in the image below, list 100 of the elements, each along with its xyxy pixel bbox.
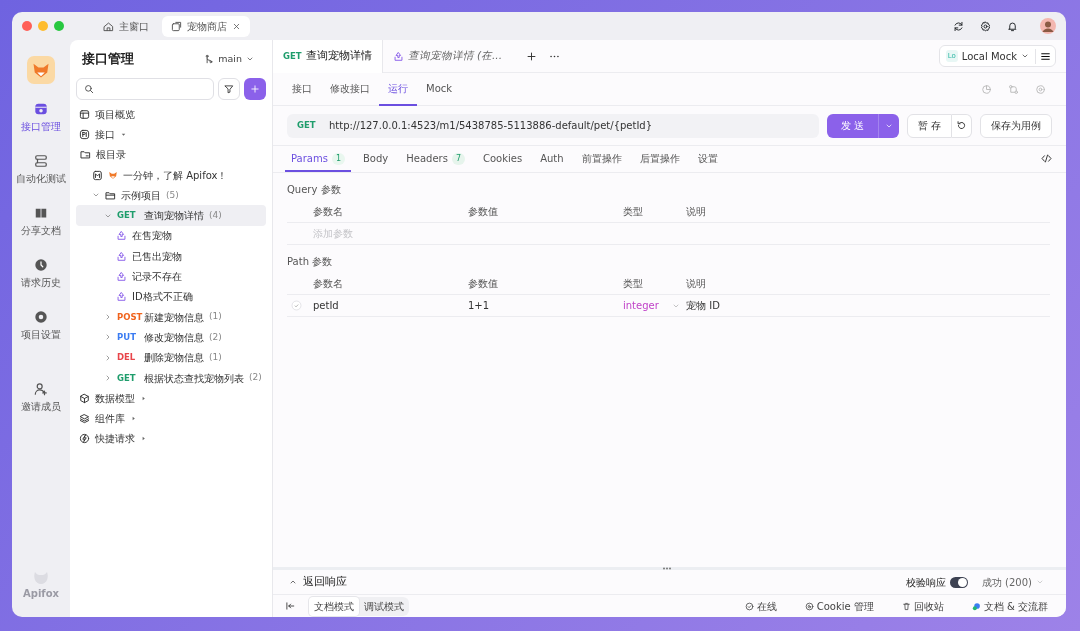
- item-label: 快捷请求: [95, 432, 135, 447]
- nav-item[interactable]: 项目概览: [76, 104, 266, 125]
- caret-icon[interactable]: [140, 435, 147, 443]
- avatar-icon[interactable]: [1040, 18, 1056, 34]
- caret-icon[interactable]: [130, 415, 137, 423]
- save-as-case-button[interactable]: 保存为用例: [980, 113, 1052, 138]
- bolt-icon: [79, 433, 90, 445]
- url-field[interactable]: GET http://127.0.0.1:4523/m1/5438785-5113886-default/pet/{petId}: [287, 113, 819, 138]
- tree-item[interactable]: 一分钟，了解 Apifox！: [76, 164, 266, 186]
- tab[interactable]: 修改接口: [321, 72, 379, 106]
- tree-item[interactable]: GET 查询宠物详情 (4): [76, 205, 266, 226]
- settings-icon[interactable]: [980, 20, 991, 32]
- tab[interactable]: 前置操作: [575, 147, 628, 172]
- item-label: 查询宠物详情: [144, 209, 204, 224]
- rail-item[interactable]: 项目设置: [12, 310, 70, 342]
- item-count: (5): [166, 188, 179, 202]
- menu-icon: [1040, 50, 1051, 62]
- type-select[interactable]: integer: [623, 298, 686, 313]
- filter-button[interactable]: [218, 78, 240, 100]
- status-bar-item[interactable]: 文档 & 交流群: [965, 597, 1054, 615]
- collapse-icon[interactable]: [289, 578, 297, 586]
- filter-icon: [224, 84, 234, 94]
- rail-item[interactable]: 分享文档: [12, 206, 70, 238]
- code-icon[interactable]: [1041, 153, 1052, 164]
- resize-handle-icon[interactable]: [663, 567, 671, 570]
- mode-tab[interactable]: 调试模式: [359, 596, 409, 616]
- send-dropdown-button[interactable]: [877, 113, 899, 138]
- save-button[interactable]: 暂 存: [906, 113, 952, 138]
- column-header: 类型: [623, 205, 644, 219]
- tab[interactable]: 设置: [691, 147, 724, 172]
- tree-item[interactable]: 记录不存在: [76, 266, 266, 287]
- tree-item[interactable]: DEL 删除宠物信息 (1): [76, 347, 266, 368]
- method-label: DEL: [117, 351, 137, 365]
- close-icon[interactable]: [232, 21, 241, 31]
- tree-item[interactable]: GET 根据状态查找宠物列表 (2): [76, 367, 266, 389]
- tab[interactable]: Cookies: [476, 147, 529, 172]
- rail-item[interactable]: 请求历史: [12, 258, 70, 290]
- add-button[interactable]: [244, 78, 266, 100]
- tree-item[interactable]: ID格式不正确: [76, 286, 266, 307]
- tab[interactable]: 运行: [379, 72, 417, 106]
- chevron-icon[interactable]: [104, 313, 112, 322]
- checkbox[interactable]: [291, 300, 302, 311]
- zoom-button[interactable]: [54, 21, 64, 31]
- table-cell-text: petId: [313, 299, 340, 313]
- tab[interactable]: Headers 7: [400, 147, 471, 172]
- upload-icon: [116, 250, 127, 262]
- upload-icon: [116, 291, 127, 303]
- tab[interactable]: 接口: [283, 72, 321, 106]
- close-button[interactable]: [22, 21, 32, 31]
- nav-item[interactable]: 快捷请求: [76, 428, 266, 450]
- column-header: 参数值: [468, 277, 499, 291]
- invite-icon: [34, 382, 48, 396]
- tree-item[interactable]: 根目录: [76, 144, 266, 165]
- tab[interactable]: Body: [357, 147, 395, 172]
- tab[interactable]: Params 1: [285, 147, 351, 172]
- status-select[interactable]: 成功 (200): [975, 573, 1050, 591]
- bell-icon[interactable]: [1007, 20, 1018, 32]
- chevron-icon[interactable]: [104, 374, 112, 382]
- nav-item[interactable]: 组件库: [76, 408, 266, 429]
- tree-item[interactable]: 示例项目 (5): [76, 185, 266, 206]
- document-tab[interactable]: 查询宠物详情 (在...: [382, 39, 513, 73]
- rail-item[interactable]: 接口管理: [12, 102, 70, 134]
- item-count: (2): [249, 371, 262, 385]
- minimize-button[interactable]: [38, 21, 48, 31]
- tab[interactable]: Auth: [534, 147, 570, 172]
- tree-item[interactable]: PUT 修改宠物信息 (2): [76, 327, 266, 348]
- tab[interactable]: 后置操作: [633, 147, 686, 172]
- window-tab[interactable]: 主窗口: [94, 15, 158, 37]
- chevron-icon[interactable]: [104, 353, 112, 362]
- branch-icon: [204, 54, 215, 64]
- nodes-icon[interactable]: [1008, 83, 1019, 95]
- window-tab[interactable]: 宠物商店: [162, 15, 250, 37]
- overview-icon: [79, 108, 90, 120]
- tree-item[interactable]: 在售宠物: [76, 225, 266, 247]
- revert-button[interactable]: [952, 113, 972, 138]
- caret-icon[interactable]: [140, 394, 147, 402]
- rail-item[interactable]: 邀请成员: [12, 382, 70, 414]
- nav-item[interactable]: 数据模型: [76, 388, 266, 409]
- tree-item[interactable]: POST 新建宠物信息 (1): [76, 306, 266, 328]
- refresh-icon[interactable]: [953, 20, 964, 32]
- rail-item[interactable]: 自动化测试: [12, 154, 70, 186]
- item-label: 已售出宠物: [132, 249, 182, 264]
- branch-selector[interactable]: main: [198, 50, 260, 68]
- search-field[interactable]: [76, 78, 214, 100]
- chevron-icon[interactable]: [104, 333, 112, 342]
- collapse-sidebar-icon[interactable]: [285, 601, 295, 611]
- status-bar-item[interactable]: Cookie 管理: [798, 597, 880, 615]
- nav-item[interactable]: 接口: [76, 124, 266, 145]
- send-button[interactable]: 发 送: [826, 113, 878, 138]
- add-tab-icon[interactable]: [526, 50, 538, 62]
- target-icon[interactable]: [1035, 83, 1046, 95]
- tab[interactable]: Mock: [417, 72, 462, 106]
- status-bar-item[interactable]: 回收站: [895, 597, 950, 615]
- mode-tab[interactable]: 文档模式: [309, 596, 359, 616]
- document-tab[interactable]: GET 查询宠物详情: [273, 39, 383, 73]
- toggle-switch[interactable]: [949, 576, 968, 588]
- status-bar-item[interactable]: 在线: [738, 597, 783, 615]
- pie-icon[interactable]: [981, 83, 992, 95]
- item-label: 删除宠物信息: [144, 351, 204, 366]
- tree-item[interactable]: 已售出宠物: [76, 246, 266, 267]
